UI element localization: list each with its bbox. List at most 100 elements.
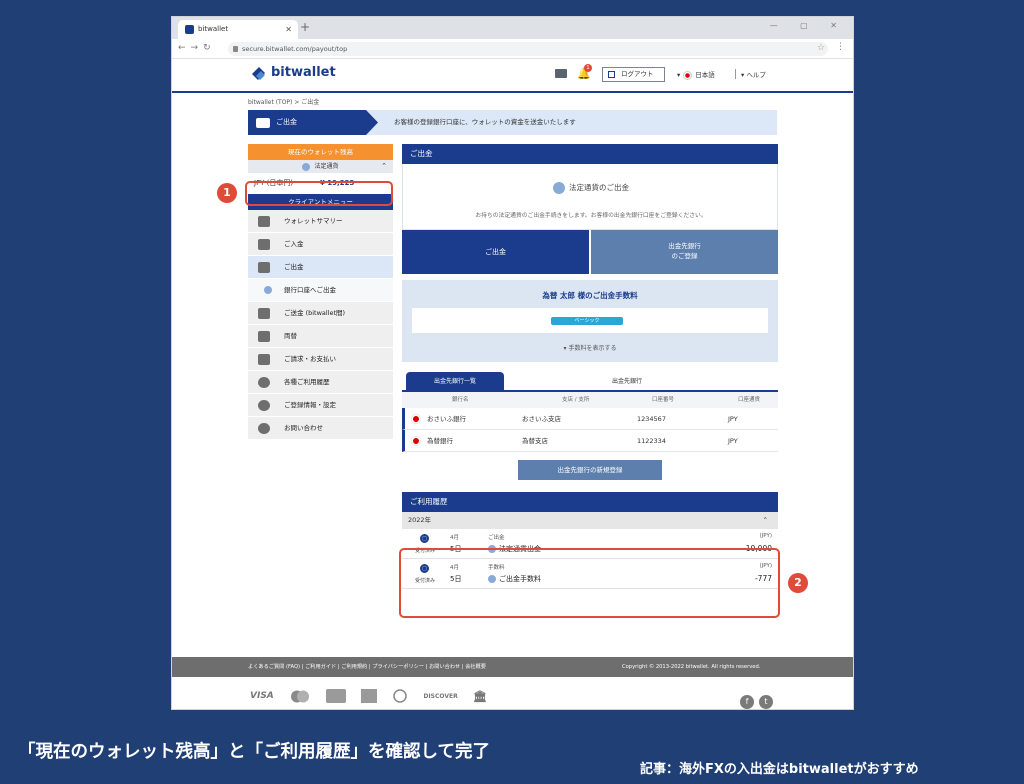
withdraw-panel: 法定通貨のご出金 お持ちの法定通貨のご出金手続きをします。お客様の出金先銀行口座… [402,164,778,230]
history-icon [258,377,270,388]
footer-links[interactable]: よくあるご質問 (FAQ) | ご利用ガイド | ご利用規約 | プライバシーポ… [248,657,486,677]
building-icon [258,216,270,227]
discover-icon: DISCOVER [423,692,458,700]
browser-menu-icon[interactable]: ⋮ [836,42,845,52]
tab-bank-list[interactable]: 出金先銀行一覧 [406,372,504,392]
year-label: 2022年 [408,516,432,524]
bank-icon: 🏛 [472,689,487,703]
tab-title: bitwallet [198,25,229,33]
close-tab-icon[interactable]: ✕ [285,20,292,39]
tab-bar: bitwallet ✕ + — ▢ ✕ [172,17,853,39]
sidebar-item-label: ご出金 [284,263,304,271]
language-label: 日本語 [695,71,715,79]
sidebar-item-transfer[interactable]: ご送金 (bitwallet間) [248,302,393,325]
gear-icon [258,400,270,411]
balance-subheader[interactable]: 法定通貨 ⌃ [248,160,393,173]
currency-icon [553,182,565,194]
column-header: 口座番号 [652,397,675,403]
visa-icon: VISA [250,691,274,701]
bitwallet-logo-icon[interactable] [250,65,267,82]
sidebar-item-label: ご入金 [284,240,304,248]
sidebar-item-settings[interactable]: ご登録情報・設定 [248,394,393,417]
lock-icon [233,46,238,52]
window-controls[interactable]: — ▢ ✕ [770,21,847,30]
twitter-icon[interactable]: t [759,695,773,709]
fee-plan-badge: ベーシック [551,317,623,325]
mail-icon[interactable] [555,69,567,78]
column-header: 支店 / 支所 [562,397,590,403]
show-fees-label: 手数料を表示する [568,345,617,352]
callout-number-1: 1 [217,183,237,203]
copyright: Copyright © 2013-2022 bitwallet. All rig… [622,664,761,670]
register-bank-line-1: 出金先銀行 [668,242,701,250]
sidebar-item-label: 両替 [284,332,297,340]
table-row[interactable]: 為替銀行 為替支店 1122334 JPY [402,430,778,452]
chevron-up-icon[interactable]: ⌃ [763,512,768,529]
article-note: 記事：海外FXの入出金はbitwalletがおすすめ [640,762,919,777]
fee-plan-area: ベーシック [412,308,768,333]
banner-label: ご出金 [276,118,297,126]
sidebar-item-history[interactable]: 各種ご利用履歴 [248,371,393,394]
language-selector[interactable]: ▾ 日本語 [677,69,715,80]
show-fees-toggle[interactable]: ▾ 手数料を表示する [402,343,778,352]
banner-label-box: ご出金 [248,110,378,135]
fee-box: 為替 太郎 様のご出金手数料 ベーシック ▾ 手数料を表示する [402,280,778,362]
help-menu[interactable]: ▾ ヘルプ [735,69,766,79]
deposit-icon [258,239,270,250]
sidebar-item-label: 各種ご利用履歴 [284,378,330,386]
nav-buttons[interactable]: ←→↻ [178,43,216,53]
bank-currency: JPY [728,415,738,423]
sidebar-item-label: 銀行口座へご出金 [284,286,336,294]
table-row[interactable]: おさいふ銀行 おさいふ支店 1234567 JPY [402,408,778,430]
logout-label: ログアウト [621,70,654,78]
facebook-icon[interactable]: f [740,695,754,709]
sidebar-item-withdraw[interactable]: ご出金 [248,256,393,279]
bank-account: 1122334 [637,437,666,445]
register-bank-button[interactable]: 出金先銀行 のご登録 [591,230,778,274]
sidebar-item-label: ご請求・お支払い [284,355,336,363]
exchange-icon [258,331,270,342]
favicon-icon [185,25,194,34]
tab-bank-register[interactable]: 出金先銀行 [572,372,682,392]
help-icon [258,423,270,434]
breadcrumb[interactable]: bitwallet (TOP) > ご出金 [248,97,319,106]
sidebar-item-label: お問い合わせ [284,424,323,432]
sidebar-item-wallet-summary[interactable]: ウォレットサマリー [248,210,393,233]
sidebar-item-invoice[interactable]: ご請求・お支払い [248,348,393,371]
sidebar-item-deposit[interactable]: ご入金 [248,233,393,256]
register-bank-line-2: のご登録 [671,252,698,260]
withdraw-title-text: 法定通貨のご出金 [569,183,629,192]
history-month: 4月 [450,535,459,541]
sidebar-item-bank-withdraw[interactable]: 銀行口座へご出金 [248,279,393,302]
bookmark-star-icon[interactable]: ☆ [817,43,825,53]
chevron-up-icon[interactable]: ⌃ [381,160,387,173]
bank-currency: JPY [728,437,738,445]
callout-box-balance [245,181,393,206]
diners-club-icon [393,689,408,703]
brand-name[interactable]: bitwallet [271,65,336,80]
bank-table-header: 銀行名 支店 / 支所 口座番号 口座通貨 [402,392,778,408]
browser-tab[interactable]: bitwallet ✕ [178,20,298,39]
bank-branch: おさいふ支店 [522,415,561,423]
year-toggle[interactable]: 2022年 ⌃ [402,512,778,529]
history-title: ご利用履歴 [402,492,778,512]
new-bank-button[interactable]: 出金先銀行の新規登録 [518,460,662,480]
callout-box-history [399,548,780,618]
callout-number-2: 2 [788,573,808,593]
balance-sub-label: 法定通貨 [314,163,339,170]
url-field[interactable]: secure.bitwallet.com/payout/top [228,42,828,56]
url-text: secure.bitwallet.com/payout/top [242,45,348,53]
sidebar-item-label: ご送金 (bitwallet間) [284,309,346,317]
site-footer: よくあるご質問 (FAQ) | ご利用ガイド | ご利用規約 | プライバシーポ… [172,657,853,677]
amex-icon [361,689,378,703]
sidebar-item-contact[interactable]: お問い合わせ [248,417,393,440]
sidebar-item-exchange[interactable]: 両替 [248,325,393,348]
history-currency: (JPY) [759,533,772,539]
withdraw-button[interactable]: ご出金 [402,230,589,274]
sidebar-item-label: ウォレットサマリー [284,217,343,225]
logout-button[interactable]: ログアウト [602,67,665,82]
japan-flag-icon [413,416,419,422]
withdraw-icon [256,118,270,128]
new-tab-icon[interactable]: + [300,20,310,34]
bank-name: おさいふ銀行 [427,415,466,423]
